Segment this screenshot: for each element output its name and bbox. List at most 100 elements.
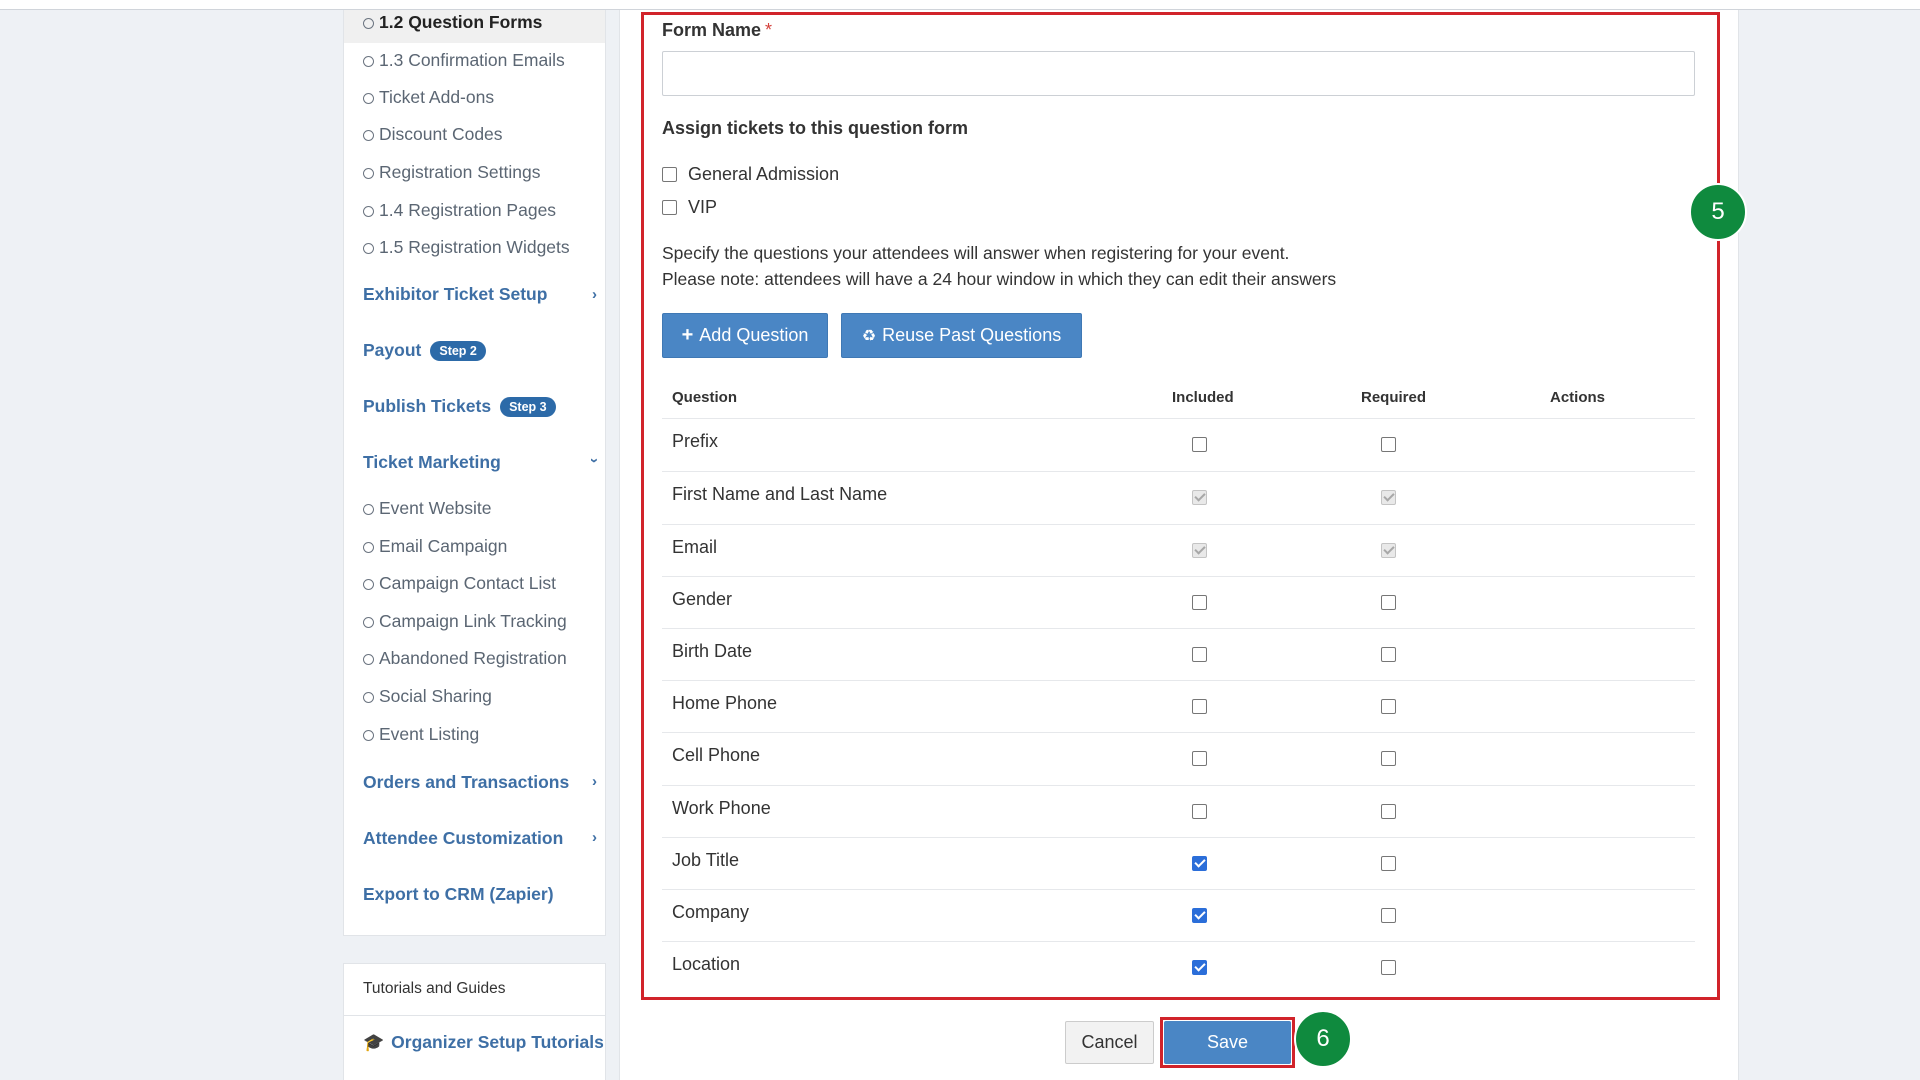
table-row: Company (662, 889, 1695, 941)
required-checkbox[interactable] (1381, 699, 1396, 714)
required-checkbox[interactable] (1381, 751, 1396, 766)
required-checkbox (1381, 490, 1396, 505)
table-row: Email (662, 524, 1695, 576)
add-question-button[interactable]: + Add Question (662, 313, 828, 358)
table-row: Gender (662, 576, 1695, 628)
sidebar-item-registration-settings[interactable]: Registration Settings (363, 162, 540, 183)
sidebar-section-payout[interactable]: Payout Step 2 (363, 340, 486, 361)
description-line-2: Please note: attendees will have a 24 ho… (662, 269, 1337, 289)
form-name-label: Form Name * (662, 20, 773, 40)
col-header-required: Required (1361, 389, 1427, 406)
table-row: Home Phone (662, 680, 1695, 732)
sidebar-item-discount-codes[interactable]: Discount Codes (363, 124, 503, 145)
sidebar-section-publish[interactable]: Publish Tickets Step 3 (363, 396, 556, 417)
step-marker-5: 5 (1689, 183, 1747, 241)
required-checkbox[interactable] (1381, 908, 1396, 923)
included-checkbox[interactable] (1192, 647, 1207, 662)
sidebar-item-abandoned-registration[interactable]: Abandoned Registration (363, 648, 567, 669)
chevron-right-icon: › (592, 829, 597, 846)
circle-icon (363, 93, 374, 104)
question-name: Cell Phone (672, 745, 761, 765)
sidebar-item-campaign-contact-list[interactable]: Campaign Contact List (363, 573, 556, 594)
table-row: Cell Phone (662, 732, 1695, 784)
sidebar-item-event-listing[interactable]: Event Listing (363, 724, 479, 745)
included-checkbox[interactable] (1192, 804, 1207, 819)
ticket-vip[interactable]: VIP (662, 197, 717, 218)
table-row: Work Phone (662, 785, 1695, 837)
question-name: Job Title (672, 850, 740, 870)
sidebar-item-social-sharing[interactable]: Social Sharing (363, 686, 492, 707)
description-line-1: Specify the questions your attendees wil… (662, 243, 1290, 263)
sidebar-item-confirmation-emails[interactable]: 1.3 Confirmation Emails (363, 50, 565, 71)
circle-icon (363, 243, 374, 254)
sidebar-item-ticket-addons[interactable]: Ticket Add-ons (363, 87, 494, 108)
circle-icon (363, 206, 374, 217)
circle-icon (363, 692, 374, 703)
included-checkbox[interactable] (1192, 751, 1207, 766)
table-row: First Name and Last Name (662, 471, 1695, 523)
tutorials-panel: Tutorials and Guides 🎓 Organizer Setup T… (343, 963, 606, 1080)
form-name-input[interactable] (662, 51, 1695, 96)
required-checkbox[interactable] (1381, 595, 1396, 610)
question-name: Gender (672, 589, 733, 609)
reuse-past-questions-button[interactable]: ♻ Reuse Past Questions (841, 313, 1082, 358)
graduation-cap-icon: 🎓 (363, 1032, 385, 1052)
required-checkbox[interactable] (1381, 960, 1396, 975)
required-checkbox (1381, 543, 1396, 558)
table-row: Location (662, 941, 1695, 993)
chevron-right-icon: › (592, 773, 597, 790)
required-checkbox[interactable] (1381, 437, 1396, 452)
sidebar-item-campaign-link-tracking[interactable]: Campaign Link Tracking (363, 611, 567, 632)
circle-icon (363, 56, 374, 67)
sidebar: 1.2 Question Forms 1.3 Confirmation Emai… (343, 10, 606, 936)
sidebar-item-question-forms[interactable]: 1.2 Question Forms (363, 12, 542, 33)
ticket-general-admission[interactable]: General Admission (662, 164, 839, 185)
circle-icon (363, 130, 374, 141)
recycle-icon: ♻ (861, 327, 877, 345)
included-checkbox[interactable] (1192, 856, 1207, 871)
step-badge: Step 3 (500, 396, 556, 417)
table-row: Prefix (662, 418, 1695, 470)
table-row: Birth Date (662, 628, 1695, 680)
included-checkbox[interactable] (1192, 960, 1207, 975)
question-name: Email (672, 537, 718, 557)
checkbox[interactable] (662, 167, 677, 182)
sidebar-section-marketing[interactable]: Ticket Marketing (363, 452, 501, 473)
circle-icon (363, 168, 374, 179)
question-name: Work Phone (672, 798, 771, 818)
included-checkbox[interactable] (1192, 437, 1207, 452)
circle-icon (363, 542, 374, 553)
included-checkbox[interactable] (1192, 595, 1207, 610)
circle-icon (363, 504, 374, 515)
divider (344, 1015, 605, 1016)
question-name: First Name and Last Name (672, 484, 888, 504)
circle-icon (363, 579, 374, 590)
sidebar-section-exhibitor[interactable]: Exhibitor Ticket Setup (363, 284, 598, 305)
sidebar-section-export[interactable]: Export to CRM (Zapier) (363, 884, 554, 905)
circle-icon (363, 617, 374, 628)
top-border (0, 0, 1920, 10)
plus-icon: + (681, 324, 694, 346)
organizer-tutorials-link[interactable]: 🎓 Organizer Setup Tutorials (363, 1032, 604, 1053)
sidebar-item-registration-pages[interactable]: 1.4 Registration Pages (363, 200, 556, 221)
tutorials-heading: Tutorials and Guides (363, 980, 506, 997)
sidebar-item-event-website[interactable]: Event Website (363, 498, 492, 519)
required-checkbox[interactable] (1381, 856, 1396, 871)
required-checkbox[interactable] (1381, 804, 1396, 819)
included-checkbox[interactable] (1192, 908, 1207, 923)
save-button[interactable]: Save (1164, 1021, 1291, 1064)
table-row: Job Title (662, 837, 1695, 889)
circle-icon (363, 18, 374, 29)
cancel-button[interactable]: Cancel (1065, 1021, 1154, 1064)
col-header-actions: Actions (1550, 389, 1606, 406)
sidebar-section-attendee[interactable]: Attendee Customization (363, 828, 563, 849)
included-checkbox[interactable] (1192, 699, 1207, 714)
chevron-down-icon: › (586, 458, 603, 463)
sidebar-item-registration-widgets[interactable]: 1.5 Registration Widgets (363, 237, 570, 258)
sidebar-item-email-campaign[interactable]: Email Campaign (363, 536, 507, 557)
required-checkbox[interactable] (1381, 647, 1396, 662)
required-mark: * (765, 20, 773, 40)
checkbox[interactable] (662, 200, 677, 215)
sidebar-section-orders[interactable]: Orders and Transactions (363, 772, 569, 793)
question-name: Home Phone (672, 693, 778, 713)
